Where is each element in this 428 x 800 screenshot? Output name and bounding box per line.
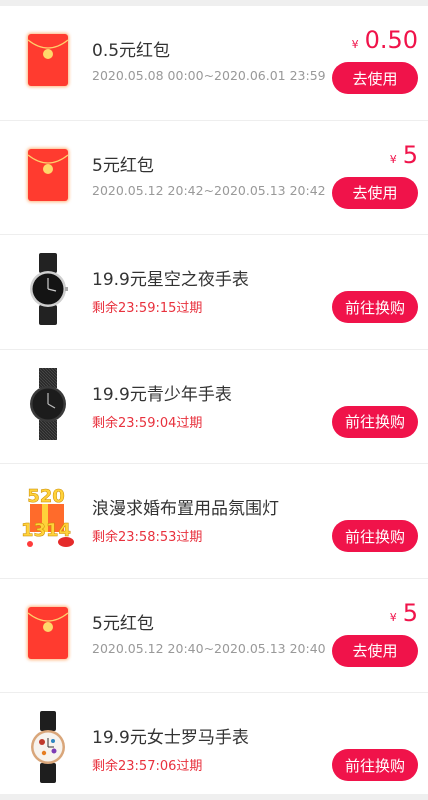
coupon-list: 0.5元红包 2020.05.08 00:00~2020.06.01 23:59…: [0, 6, 428, 800]
expiry-countdown: 剩余23:57:06过期: [92, 759, 203, 774]
coupon-title: 5元红包: [92, 155, 154, 176]
red-packet-icon: [18, 601, 78, 665]
amount-value: 5: [402, 140, 418, 169]
red-packet-icon: [18, 143, 78, 207]
coupon-title: 0.5元红包: [92, 41, 171, 61]
product-title: 19.9元青少年手表: [92, 384, 232, 405]
use-button[interactable]: 去使用: [332, 634, 418, 667]
redeem-button[interactable]: 前往换购: [332, 520, 418, 552]
coupon-title: 5元红包: [92, 613, 154, 634]
expiry-countdown: 剩余23:59:04过期: [92, 415, 203, 431]
use-button[interactable]: 去使用: [332, 62, 418, 94]
coupon-row: 19.9元星空之夜手表 剩余23:59:15过期 前往换购: [0, 235, 428, 350]
product-title: 19.9元星空之夜手表: [92, 270, 249, 290]
coupon-row: 5元红包 2020.05.12 20:42~2020.05.13 20:42 ¥…: [0, 121, 428, 235]
product-title: 19.9元女士罗马手表: [92, 728, 249, 748]
currency-symbol: ¥: [389, 610, 397, 624]
amount-value: 0.50: [364, 26, 418, 54]
currency-symbol: ¥: [389, 152, 397, 166]
redeem-button[interactable]: 前往换购: [332, 405, 418, 438]
decor-number-top: 520: [27, 486, 65, 507]
use-button[interactable]: 去使用: [332, 176, 418, 209]
bottom-divider: [0, 794, 428, 800]
validity-period: 2020.05.12 20:40~2020.05.13 20:40: [92, 640, 326, 656]
coupon-amount: ¥ 5: [390, 141, 418, 169]
validity-period: 2020.05.12 20:42~2020.05.13 20:42: [92, 182, 326, 198]
expiry-countdown: 剩余23:58:53过期: [92, 530, 203, 545]
proposal-decor-icon: 520 1314: [8, 486, 84, 550]
wristwatch-icon: [18, 367, 78, 440]
redeem-button[interactable]: 前往换购: [332, 749, 418, 781]
coupon-row: 19.9元青少年手表 剩余23:59:04过期 前往换购: [0, 350, 428, 464]
product-title: 浪漫求婚布置用品氛围灯: [92, 499, 279, 519]
coupon-row: 5元红包 2020.05.12 20:40~2020.05.13 20:40 ¥…: [0, 579, 428, 693]
expiry-countdown: 剩余23:59:15过期: [92, 301, 203, 316]
redeem-button[interactable]: 前往换购: [332, 291, 418, 323]
coupon-row: 19.9元女士罗马手表 剩余23:57:06过期 前往换购: [0, 693, 428, 800]
coupon-amount: ¥ 0.50: [352, 26, 418, 54]
red-packet-icon: [18, 28, 78, 92]
validity-period: 2020.05.08 00:00~2020.06.01 23:59: [92, 68, 326, 83]
wristwatch-icon: [18, 711, 78, 783]
coupon-row: 0.5元红包 2020.05.08 00:00~2020.06.01 23:59…: [0, 6, 428, 121]
wristwatch-icon: [18, 253, 78, 325]
amount-value: 5: [402, 598, 418, 627]
currency-symbol: ¥: [351, 38, 359, 51]
coupon-row: 520 1314 浪漫求婚布置用品氛围灯 剩余23:58:53过期 前往换购: [0, 464, 428, 579]
coupon-amount: ¥ 5: [390, 599, 418, 627]
